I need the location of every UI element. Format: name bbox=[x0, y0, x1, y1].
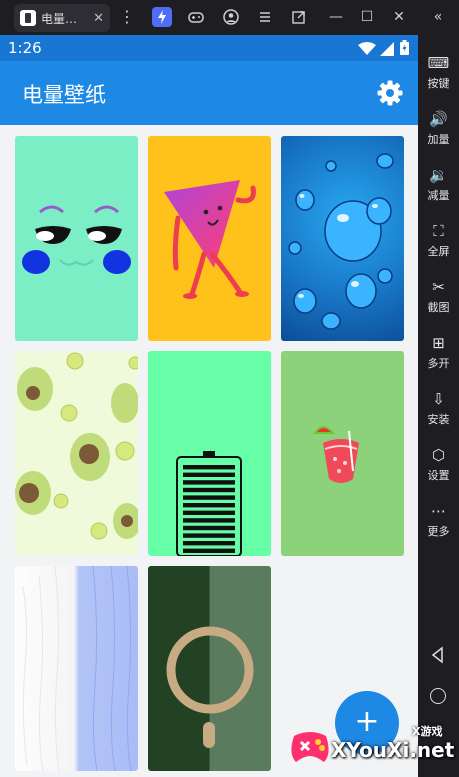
toolbar-item-label: 设置 bbox=[427, 469, 450, 482]
tab-close-icon[interactable]: ✕ bbox=[93, 11, 104, 26]
wallpaper-paint-strokes[interactable] bbox=[15, 566, 138, 771]
toolbar-item-volume-up[interactable]: 🔊 加量 bbox=[418, 109, 459, 147]
wallpaper-magsafe-ring[interactable] bbox=[148, 566, 271, 771]
close-window-icon[interactable]: ✕ bbox=[389, 7, 409, 27]
battery-bar bbox=[183, 480, 235, 485]
multi-open-icon: ⊞ bbox=[432, 334, 445, 352]
wallpaper-battery[interactable] bbox=[148, 351, 271, 556]
wallpaper-strawberry-drink[interactable] bbox=[281, 351, 404, 556]
battery-bar bbox=[183, 518, 235, 523]
minimize-icon[interactable]: — bbox=[326, 7, 346, 27]
maximize-icon[interactable]: ☐ bbox=[357, 7, 377, 27]
battery-bar bbox=[183, 495, 235, 500]
page-title: 电量壁纸 bbox=[22, 83, 106, 107]
signal-icon bbox=[380, 41, 394, 60]
scissors-icon: ✂ bbox=[432, 278, 445, 296]
android-screen: 1:26 电量壁纸 + bbox=[0, 35, 418, 777]
settings-hex-icon: ⬡ bbox=[431, 446, 446, 464]
emulator-side-toolbar: ⌨ 按键 🔊 加量 🔉 减量 ⛶ 全屏 ✂ 截图 ⊞ 多开 ⇩ 安装 ⬡ 设置 ⋯ 更多 bbox=[418, 35, 459, 777]
toolbar-item-label: 截图 bbox=[427, 301, 450, 314]
toolbar-item-settings-hex[interactable]: ⬡ 设置 bbox=[418, 445, 459, 483]
tab-title: 电量… bbox=[41, 11, 78, 26]
wallpaper-cartoon-face[interactable] bbox=[15, 136, 138, 341]
battery-bar bbox=[183, 510, 235, 515]
toolbar-item-keyboard[interactable]: ⌨ 按键 bbox=[418, 53, 459, 91]
bolt-icon[interactable] bbox=[152, 7, 172, 27]
toolbar-item-label: 更多 bbox=[427, 525, 450, 538]
app-tab[interactable]: 电量… ✕ bbox=[14, 4, 110, 32]
toolbar-item-scissors[interactable]: ✂ 截图 bbox=[418, 277, 459, 315]
volume-up-icon: 🔊 bbox=[429, 110, 448, 128]
wallpaper-avocado-pattern[interactable] bbox=[15, 351, 138, 556]
battery-bar bbox=[183, 533, 235, 538]
toolbar-item-volume-down[interactable]: 🔉 减量 bbox=[418, 165, 459, 203]
wallpaper-triangle-character[interactable] bbox=[148, 136, 271, 341]
collapse-sidebar-icon[interactable]: « bbox=[428, 7, 448, 27]
home-icon[interactable] bbox=[430, 688, 446, 704]
battery-status-icon bbox=[400, 40, 409, 59]
toolbar-item-multi-open[interactable]: ⊞ 多开 bbox=[418, 333, 459, 371]
gamepad-logo-icon bbox=[291, 732, 329, 762]
battery-bar bbox=[183, 487, 235, 493]
battery-bar bbox=[183, 525, 235, 531]
keyboard-icon: ⌨ bbox=[427, 54, 450, 72]
wifi-icon bbox=[358, 41, 376, 60]
watermark-small: X游戏 bbox=[412, 725, 443, 738]
toolbar-item-fullscreen[interactable]: ⛶ 全屏 bbox=[418, 221, 459, 259]
app-bar: 电量壁纸 bbox=[0, 61, 418, 125]
emulator-title-bar: 电量… ✕ ⋮ — ☐ ✕ « bbox=[0, 0, 459, 35]
toolbar-item-label: 加量 bbox=[427, 133, 450, 146]
toolbar-item-apk-install[interactable]: ⇩ 安装 bbox=[418, 389, 459, 427]
gear-icon[interactable] bbox=[376, 79, 404, 107]
back-icon[interactable] bbox=[428, 645, 448, 665]
battery-bar bbox=[183, 541, 235, 546]
user-icon[interactable] bbox=[221, 7, 241, 27]
toolbar-item-more[interactable]: ⋯ 更多 bbox=[418, 501, 459, 539]
hamburger-menu-icon[interactable] bbox=[255, 7, 275, 27]
more-icon: ⋯ bbox=[431, 502, 446, 520]
battery-bar bbox=[183, 503, 235, 508]
battery-illustration bbox=[176, 451, 242, 556]
fullscreen-icon: ⛶ bbox=[433, 222, 444, 240]
toolbar-item-label: 全屏 bbox=[427, 245, 450, 258]
toolbar-item-label: 减量 bbox=[427, 189, 450, 202]
status-time: 1:26 bbox=[8, 39, 42, 57]
status-bar: 1:26 bbox=[0, 35, 418, 61]
toolbar-item-label: 按键 bbox=[427, 77, 450, 90]
toolbar-item-label: 安装 bbox=[427, 413, 450, 426]
phone-icon bbox=[20, 10, 36, 26]
wallpaper-water-drops[interactable] bbox=[281, 136, 404, 341]
battery-bar bbox=[183, 548, 235, 553]
volume-down-icon: 🔉 bbox=[429, 166, 448, 184]
apk-install-icon: ⇩ bbox=[432, 390, 445, 408]
toolbar-item-label: 多开 bbox=[427, 357, 450, 370]
battery-level-bars bbox=[183, 465, 235, 553]
watermark-brand: XYouXi.net bbox=[331, 738, 455, 762]
battery-bar bbox=[183, 465, 235, 470]
kebab-menu-icon[interactable]: ⋮ bbox=[117, 7, 137, 27]
external-window-icon[interactable] bbox=[289, 7, 309, 27]
gamepad-icon[interactable] bbox=[186, 7, 206, 27]
site-watermark: XYouXi.net X游戏 bbox=[288, 720, 459, 777]
battery-bar bbox=[183, 472, 235, 477]
emulator-window: 电量… ✕ ⋮ — ☐ ✕ « ⌨ 按键 🔊 加量 🔉 减量 ⛶ 全屏 ✂ 截图 ⊞ 多开 ⇩ 安装 ⬡ 设置… bbox=[0, 0, 459, 777]
